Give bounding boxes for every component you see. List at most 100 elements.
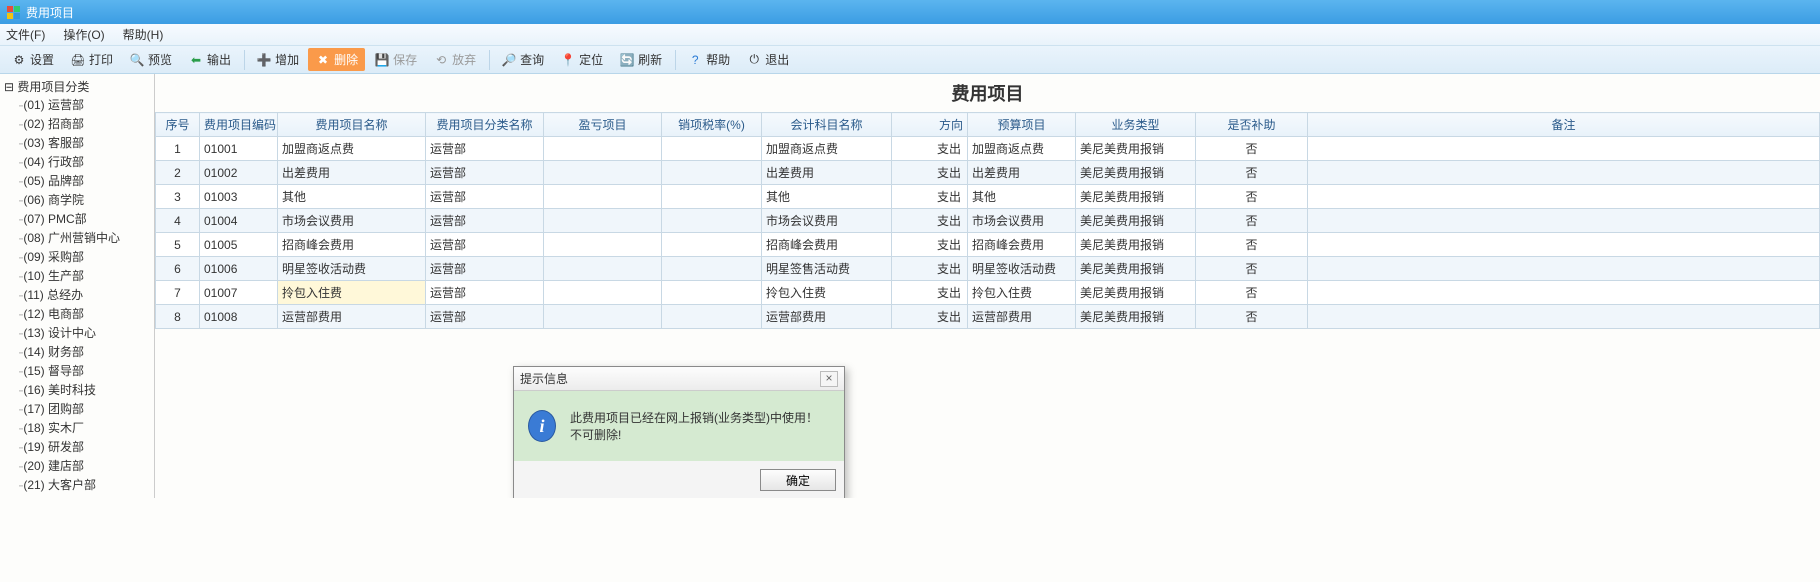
cell-seq[interactable]: 7 bbox=[156, 281, 200, 305]
cell-budget[interactable]: 出差费用 bbox=[968, 161, 1076, 185]
cell-dir[interactable]: 支出 bbox=[892, 305, 968, 329]
cell-cat[interactable]: 运营部 bbox=[426, 209, 544, 233]
table-row[interactable]: 201002出差费用运营部出差费用支出出差费用美尼美费用报销否 bbox=[156, 161, 1820, 185]
cell-note[interactable] bbox=[1308, 257, 1820, 281]
cell-acct[interactable]: 拎包入住费 bbox=[762, 281, 892, 305]
export-button[interactable]: ⬅输出 bbox=[181, 48, 238, 71]
cell-aux[interactable]: 否 bbox=[1196, 257, 1308, 281]
delete-button[interactable]: ✖删除 bbox=[308, 48, 365, 71]
refresh-button[interactable]: 🔄刷新 bbox=[612, 48, 669, 71]
col-code[interactable]: 费用项目编码 bbox=[200, 113, 278, 137]
tree-item[interactable]: (14) 财务部 bbox=[18, 342, 152, 361]
table-row[interactable]: 701007拎包入住费运营部拎包入住费支出拎包入住费美尼美费用报销否 bbox=[156, 281, 1820, 305]
tree-item[interactable]: (08) 广州营销中心 bbox=[18, 228, 152, 247]
cell-acct[interactable]: 市场会议费用 bbox=[762, 209, 892, 233]
cell-budget[interactable]: 运营部费用 bbox=[968, 305, 1076, 329]
cell-aux[interactable]: 否 bbox=[1196, 209, 1308, 233]
cell-code[interactable]: 01001 bbox=[200, 137, 278, 161]
cell-pl[interactable] bbox=[544, 209, 662, 233]
cell-seq[interactable]: 6 bbox=[156, 257, 200, 281]
cell-tax[interactable] bbox=[662, 281, 762, 305]
col-pl[interactable]: 盈亏项目 bbox=[544, 113, 662, 137]
cell-name[interactable]: 其他 bbox=[278, 185, 426, 209]
cell-name[interactable]: 拎包入住费 bbox=[278, 281, 426, 305]
cell-budget[interactable]: 拎包入住费 bbox=[968, 281, 1076, 305]
cell-code[interactable]: 01008 bbox=[200, 305, 278, 329]
cell-acct[interactable]: 出差费用 bbox=[762, 161, 892, 185]
cell-biz[interactable]: 美尼美费用报销 bbox=[1076, 161, 1196, 185]
tree-item[interactable]: (10) 生产部 bbox=[18, 266, 152, 285]
cell-aux[interactable]: 否 bbox=[1196, 233, 1308, 257]
cell-budget[interactable]: 招商峰会费用 bbox=[968, 233, 1076, 257]
cell-aux[interactable]: 否 bbox=[1196, 137, 1308, 161]
cell-acct[interactable]: 明星签售活动费 bbox=[762, 257, 892, 281]
table-row[interactable]: 101001加盟商返点费运营部加盟商返点费支出加盟商返点费美尼美费用报销否 bbox=[156, 137, 1820, 161]
cell-budget[interactable]: 市场会议费用 bbox=[968, 209, 1076, 233]
add-button[interactable]: ➕增加 bbox=[249, 48, 306, 71]
col-note[interactable]: 备注 bbox=[1308, 113, 1820, 137]
cell-dir[interactable]: 支出 bbox=[892, 209, 968, 233]
ok-button[interactable]: 确定 bbox=[760, 469, 836, 491]
cell-pl[interactable] bbox=[544, 305, 662, 329]
cell-aux[interactable]: 否 bbox=[1196, 161, 1308, 185]
menu-operate[interactable]: 操作(O) bbox=[63, 26, 104, 43]
cell-dir[interactable]: 支出 bbox=[892, 137, 968, 161]
col-biz[interactable]: 业务类型 bbox=[1076, 113, 1196, 137]
help-button[interactable]: ?帮助 bbox=[680, 48, 737, 71]
table-row[interactable]: 601006明星签收活动费运营部明星签售活动费支出明星签收活动费美尼美费用报销否 bbox=[156, 257, 1820, 281]
col-aux[interactable]: 是否补助 bbox=[1196, 113, 1308, 137]
tree-item[interactable]: (09) 采购部 bbox=[18, 247, 152, 266]
cell-aux[interactable]: 否 bbox=[1196, 185, 1308, 209]
cell-pl[interactable] bbox=[544, 233, 662, 257]
col-seq[interactable]: 序号 bbox=[156, 113, 200, 137]
cell-code[interactable]: 01007 bbox=[200, 281, 278, 305]
tree-item[interactable]: (18) 实木厂 bbox=[18, 418, 152, 437]
cell-seq[interactable]: 2 bbox=[156, 161, 200, 185]
cell-cat[interactable]: 运营部 bbox=[426, 161, 544, 185]
cell-name[interactable]: 招商峰会费用 bbox=[278, 233, 426, 257]
cell-acct[interactable]: 加盟商返点费 bbox=[762, 137, 892, 161]
cell-tax[interactable] bbox=[662, 161, 762, 185]
tree-item[interactable]: (17) 团购部 bbox=[18, 399, 152, 418]
cell-code[interactable]: 01002 bbox=[200, 161, 278, 185]
cell-biz[interactable]: 美尼美费用报销 bbox=[1076, 185, 1196, 209]
cell-code[interactable]: 01004 bbox=[200, 209, 278, 233]
cell-name[interactable]: 运营部费用 bbox=[278, 305, 426, 329]
menu-help[interactable]: 帮助(H) bbox=[123, 26, 164, 43]
cell-cat[interactable]: 运营部 bbox=[426, 257, 544, 281]
table-row[interactable]: 301003其他运营部其他支出其他美尼美费用报销否 bbox=[156, 185, 1820, 209]
print-button[interactable]: 🖨打印 bbox=[63, 48, 120, 71]
tree-item[interactable]: (03) 客服部 bbox=[18, 133, 152, 152]
col-name[interactable]: 费用项目名称 bbox=[278, 113, 426, 137]
cell-pl[interactable] bbox=[544, 281, 662, 305]
cell-note[interactable] bbox=[1308, 233, 1820, 257]
dialog-title-bar[interactable]: 提示信息 × bbox=[514, 367, 844, 391]
tree-item[interactable]: (05) 品牌部 bbox=[18, 171, 152, 190]
cell-cat[interactable]: 运营部 bbox=[426, 137, 544, 161]
cell-tax[interactable] bbox=[662, 233, 762, 257]
cell-dir[interactable]: 支出 bbox=[892, 161, 968, 185]
setting-button[interactable]: ⚙设置 bbox=[4, 48, 61, 71]
tree-item[interactable]: (06) 商学院 bbox=[18, 190, 152, 209]
cell-biz[interactable]: 美尼美费用报销 bbox=[1076, 137, 1196, 161]
col-tax[interactable]: 销项税率(%) bbox=[662, 113, 762, 137]
cell-note[interactable] bbox=[1308, 137, 1820, 161]
tree-item[interactable]: (12) 电商部 bbox=[18, 304, 152, 323]
cell-budget[interactable]: 加盟商返点费 bbox=[968, 137, 1076, 161]
cell-tax[interactable] bbox=[662, 257, 762, 281]
cell-note[interactable] bbox=[1308, 209, 1820, 233]
tree-item[interactable]: (07) PMC部 bbox=[18, 209, 152, 228]
cell-biz[interactable]: 美尼美费用报销 bbox=[1076, 281, 1196, 305]
tree-item[interactable]: (20) 建店部 bbox=[18, 456, 152, 475]
cell-seq[interactable]: 3 bbox=[156, 185, 200, 209]
table-row[interactable]: 801008运营部费用运营部运营部费用支出运营部费用美尼美费用报销否 bbox=[156, 305, 1820, 329]
cell-name[interactable]: 出差费用 bbox=[278, 161, 426, 185]
tree-item[interactable]: (13) 设计中心 bbox=[18, 323, 152, 342]
col-dir[interactable]: 方向 bbox=[892, 113, 968, 137]
cell-tax[interactable] bbox=[662, 185, 762, 209]
cell-biz[interactable]: 美尼美费用报销 bbox=[1076, 257, 1196, 281]
query-button[interactable]: 🔎查询 bbox=[494, 48, 551, 71]
cell-budget[interactable]: 明星签收活动费 bbox=[968, 257, 1076, 281]
preview-button[interactable]: 🔍预览 bbox=[122, 48, 179, 71]
cell-pl[interactable] bbox=[544, 161, 662, 185]
